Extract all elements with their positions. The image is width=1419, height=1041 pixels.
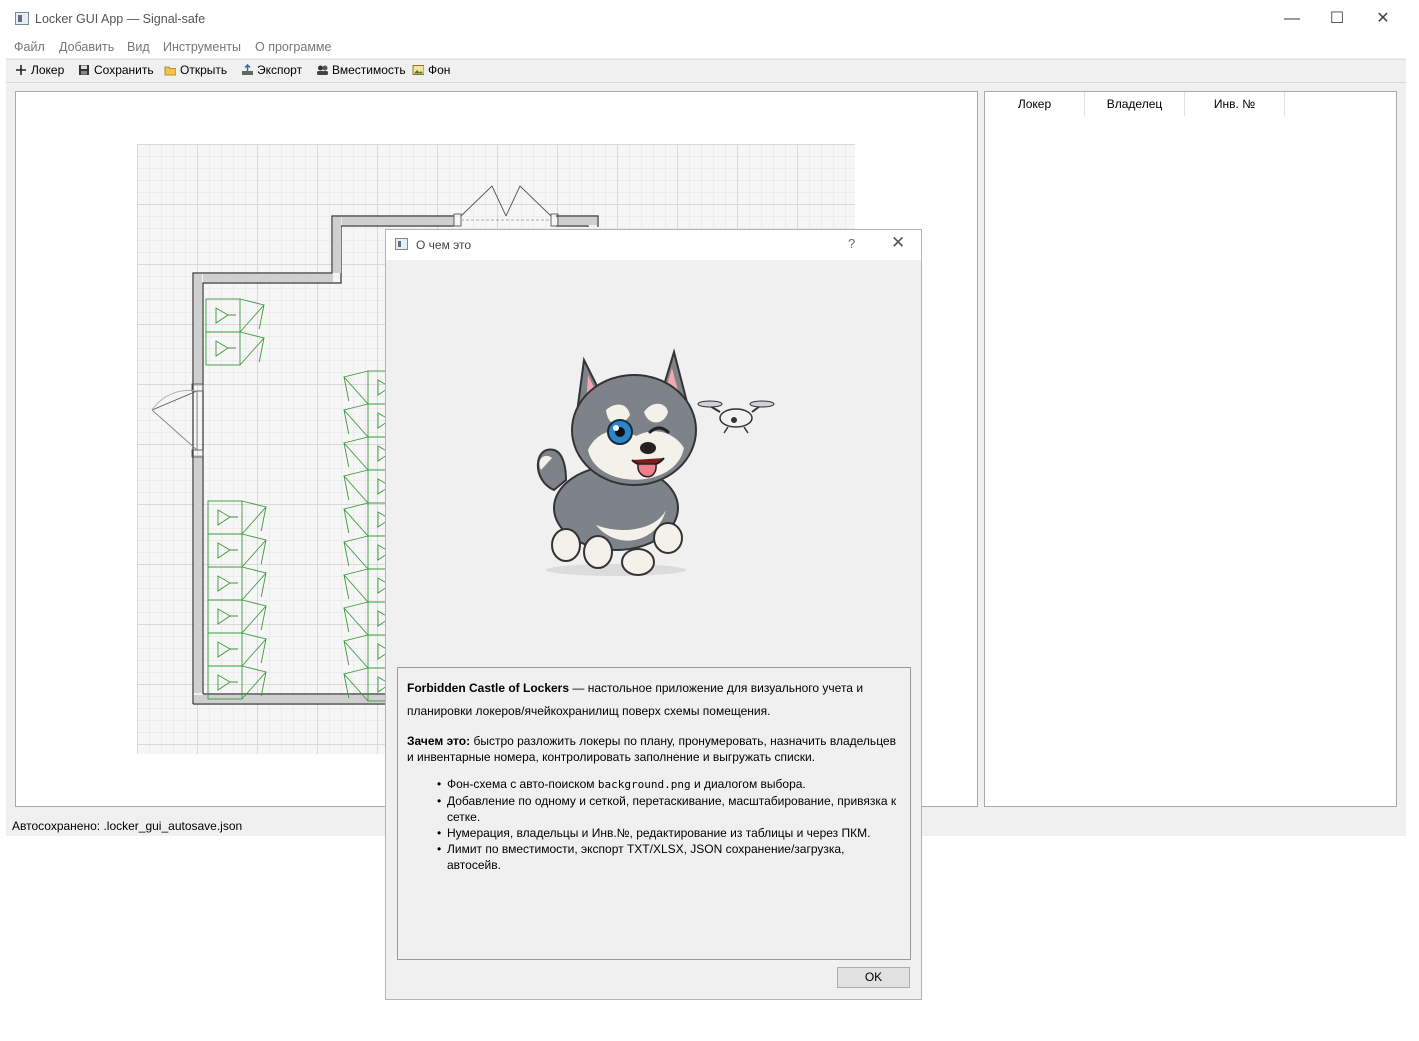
feature-1-pre: Фон-схема с авто-поиском bbox=[447, 777, 598, 791]
title-bar: Locker GUI App — Signal-safe — ☐ ✕ bbox=[6, 0, 1406, 38]
floppy-disk-icon bbox=[79, 65, 89, 75]
about-lead: Forbidden Castle of Lockers — настольное… bbox=[407, 677, 901, 723]
menu-view[interactable]: Вид bbox=[127, 40, 150, 54]
locker-symbol[interactable] bbox=[207, 566, 267, 601]
export-label: Экспорт bbox=[257, 63, 303, 77]
open-button[interactable]: Открыть bbox=[164, 62, 227, 78]
export-button[interactable]: Экспорт bbox=[241, 62, 302, 78]
feature-1-code: background.png bbox=[597, 778, 691, 791]
close-button[interactable]: ✕ bbox=[1360, 0, 1406, 38]
add-locker-label: Локер bbox=[31, 63, 65, 77]
locker-symbol[interactable] bbox=[205, 331, 265, 366]
about-dialog: О чем это ? ✕ Forbidden Castle of Locker… bbox=[385, 229, 922, 1000]
locker-symbol[interactable] bbox=[205, 298, 265, 333]
feature-list: Фон-схема с авто-поиском background.png … bbox=[407, 776, 901, 873]
menu-file[interactable]: Файл bbox=[14, 40, 45, 54]
minimize-button[interactable]: — bbox=[1269, 0, 1315, 38]
help-button[interactable]: ? bbox=[848, 236, 855, 251]
why-text: быстро разложить локеры по плану, пронум… bbox=[407, 734, 896, 764]
ok-button[interactable]: OK bbox=[837, 967, 910, 988]
dialog-title-bar: О чем это ? ✕ bbox=[386, 230, 921, 260]
locker-symbol[interactable] bbox=[207, 533, 267, 568]
add-locker-button[interactable]: Локер bbox=[15, 62, 64, 78]
locker-symbol[interactable] bbox=[207, 599, 267, 634]
about-text: Forbidden Castle of Lockers — настольное… bbox=[397, 667, 911, 960]
dialog-close-button[interactable]: ✕ bbox=[891, 233, 905, 253]
dialog-icon bbox=[395, 238, 408, 250]
save-label: Сохранить bbox=[94, 63, 154, 77]
capacity-button[interactable]: Вместимость bbox=[316, 62, 406, 78]
dialog-title: О чем это bbox=[416, 238, 472, 252]
menu-add[interactable]: Добавить bbox=[59, 40, 114, 54]
capacity-label: Вместимость bbox=[332, 63, 406, 77]
column-header-inventory[interactable]: Инв. № bbox=[1185, 92, 1285, 116]
why-label: Зачем это: bbox=[407, 734, 471, 748]
lockers-table[interactable]: Локер Владелец Инв. № bbox=[984, 91, 1397, 807]
locker-symbol[interactable] bbox=[207, 500, 267, 535]
image-icon bbox=[412, 65, 424, 75]
background-label: Фон bbox=[428, 63, 451, 77]
status-bar: Автосохранено: .locker_gui_autosave.json bbox=[12, 819, 243, 833]
open-label: Открыть bbox=[180, 63, 228, 77]
app-icon bbox=[15, 12, 29, 25]
feature-item: Добавление по одному и сеткой, перетаски… bbox=[437, 793, 901, 825]
plus-icon bbox=[16, 65, 26, 75]
export-icon bbox=[242, 64, 253, 75]
feature-item: Нумерация, владельцы и Инв.№, редактиров… bbox=[437, 825, 901, 841]
menu-about[interactable]: О программе bbox=[255, 40, 331, 54]
column-header-owner[interactable]: Владелец bbox=[1085, 92, 1185, 116]
people-icon bbox=[317, 65, 328, 75]
husky-with-drone-illustration bbox=[536, 348, 775, 576]
window-title: Locker GUI App — Signal-safe bbox=[35, 12, 206, 26]
save-button[interactable]: Сохранить bbox=[78, 62, 154, 78]
menu-tools[interactable]: Инструменты bbox=[163, 40, 241, 54]
feature-1-post: и диалогом выбора. bbox=[690, 777, 806, 791]
feature-item: Фон-схема с авто-поиском background.png … bbox=[437, 776, 901, 793]
locker-symbol[interactable] bbox=[207, 632, 267, 667]
app-name: Forbidden Castle of Lockers bbox=[407, 681, 570, 695]
column-header-locker[interactable]: Локер bbox=[985, 92, 1085, 116]
background-button[interactable]: Фон bbox=[412, 62, 450, 78]
about-why: Зачем это: быстро разложить локеры по пл… bbox=[407, 733, 901, 765]
feature-item: Лимит по вместимости, экспорт TXT/XLSX, … bbox=[437, 841, 901, 873]
maximize-button[interactable]: ☐ bbox=[1314, 0, 1360, 38]
folder-icon bbox=[164, 66, 176, 76]
